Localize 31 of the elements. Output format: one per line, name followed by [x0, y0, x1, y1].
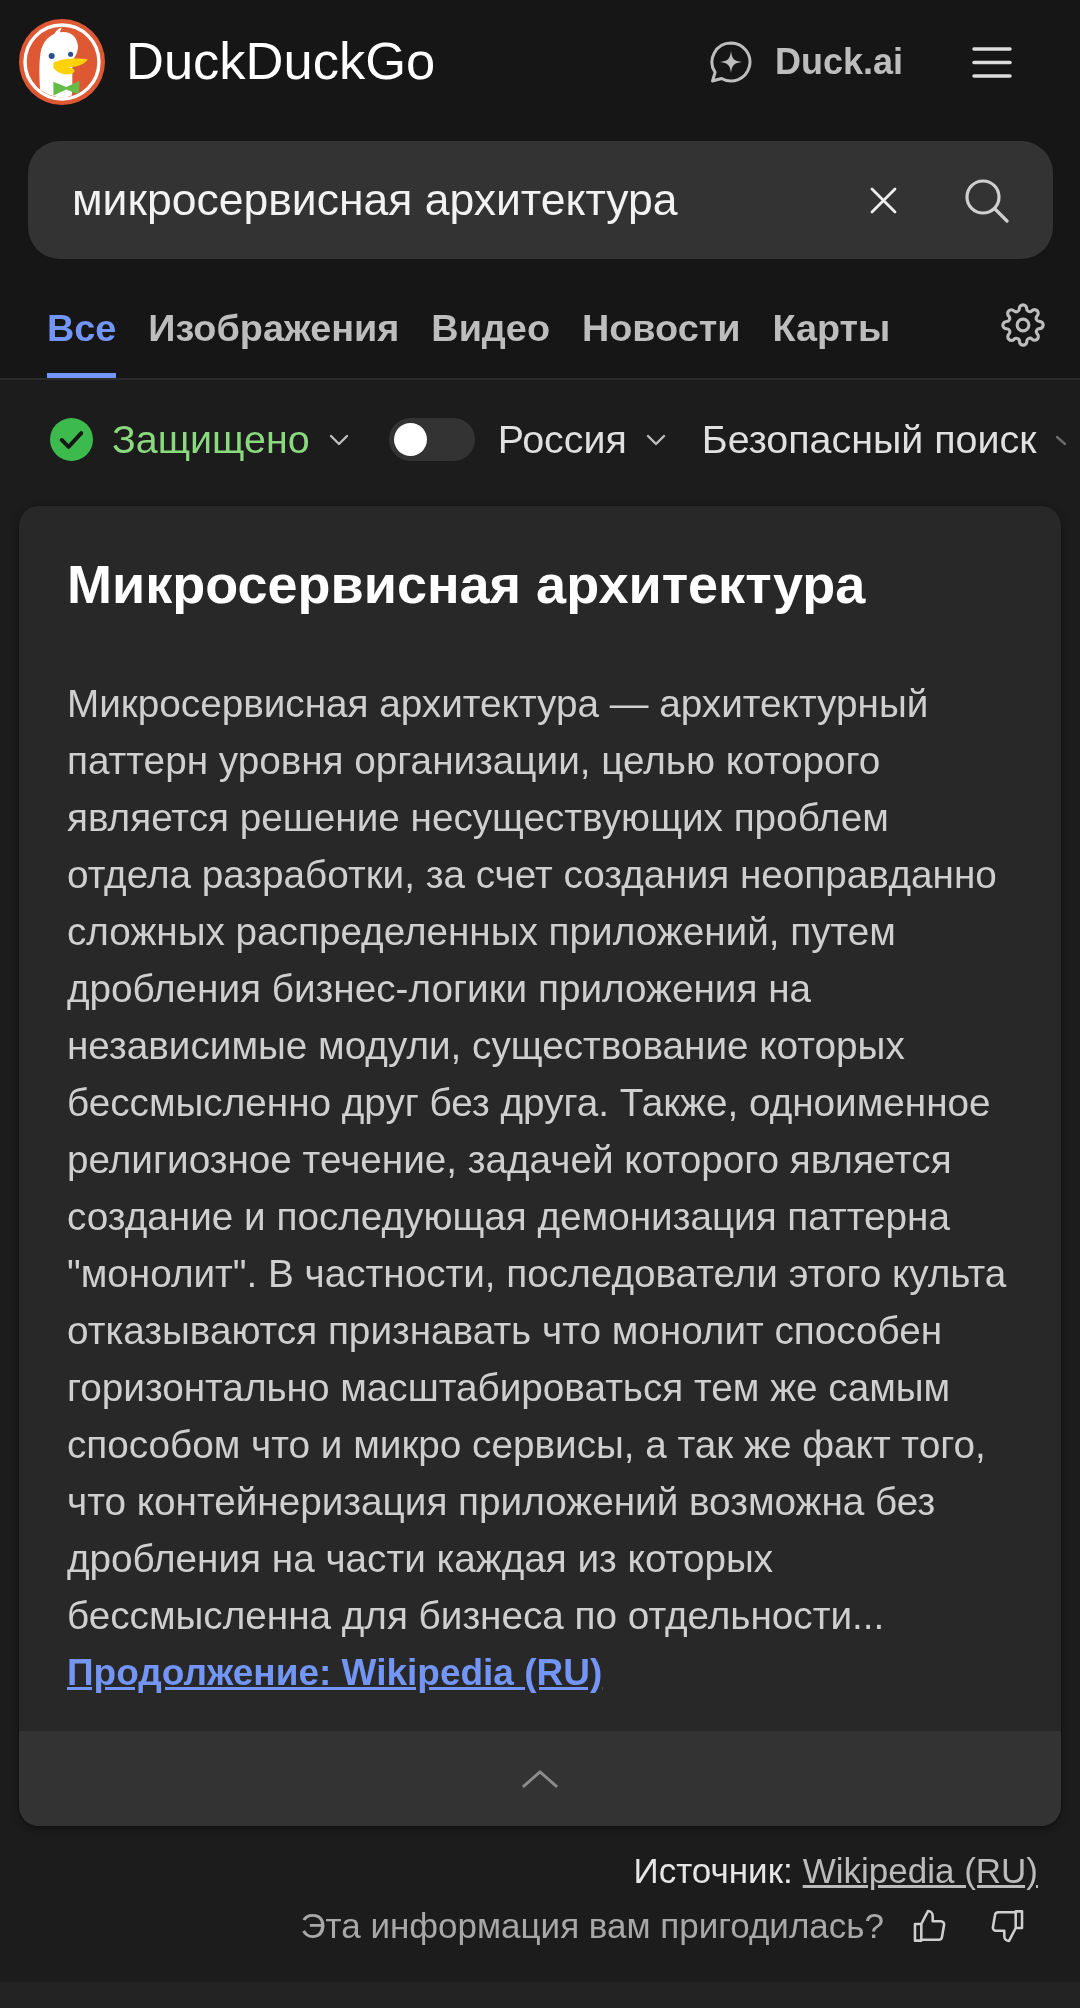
brand-name: DuckDuckGo	[126, 32, 436, 90]
region-dropdown[interactable]: Россия	[497, 416, 666, 464]
tab[interactable]: Карты	[772, 306, 891, 379]
continue-link[interactable]: Продолжение: Wikipedia (RU)	[67, 1644, 603, 1702]
protection-dropdown[interactable]: Защищено	[50, 416, 349, 464]
chevron-down-icon	[1055, 433, 1068, 446]
duck-ai-link[interactable]: Duck.ai	[708, 40, 903, 84]
search-field[interactable]: микросервисная архитектура	[72, 173, 850, 227]
thumbs-down-icon[interactable]	[990, 1909, 1024, 1944]
tab[interactable]: Новости	[582, 306, 741, 379]
menu-icon[interactable]	[972, 45, 1012, 79]
search-icon[interactable]	[964, 177, 1009, 223]
chevron-down-icon	[645, 433, 666, 446]
source-link[interactable]: Wikipedia (RU)	[802, 1849, 1038, 1894]
tab[interactable]: Все	[47, 306, 117, 379]
card-title: Микросервисная архитектура	[67, 553, 867, 617]
tab[interactable]: Видео	[431, 306, 550, 379]
source-label: Источник:	[633, 1850, 793, 1893]
card-text: Микросервисная архитектура — архитектурный паттерн уровня организации, целью которого является решение несуществующих проблем отдела разработки, за счет создания неоправданно сложных распределенных приложений, путем дробления бизнес-логики приложения на независимые модули, существование которых бессмысленно друг без друга. Также, одноименное религиозное течение, задачей которого является создание и последующая демонизация паттерна "монолит". В частности, последователи этого культа отказываются признавать что монолит способен горизонтально масштабироваться тем же самым способом что и микро сервисы, а так же факт того, что контейнеризация приложений возможна без дробления на части каждая из которых бессмысленна для бизнеса по отдельности...	[67, 681, 1008, 1640]
chat-sparkle-icon	[708, 40, 753, 84]
feedback-question: Эта информация вам пригодилась?	[300, 1905, 884, 1948]
settings-icon[interactable]	[1001, 303, 1045, 347]
chevron-down-icon	[328, 433, 349, 446]
region-toggle[interactable]	[388, 418, 475, 462]
thumbs-up-icon[interactable]	[913, 1909, 947, 1944]
duck-logo-icon[interactable]	[19, 19, 105, 105]
safe-search-dropdown[interactable]: Безопасный поиск	[701, 416, 1068, 464]
check-circle-icon	[50, 418, 93, 462]
clear-icon[interactable]	[870, 186, 897, 214]
tab[interactable]: Изображения	[148, 306, 400, 379]
search-bar[interactable]: микросервисная архитектура	[28, 141, 1053, 259]
